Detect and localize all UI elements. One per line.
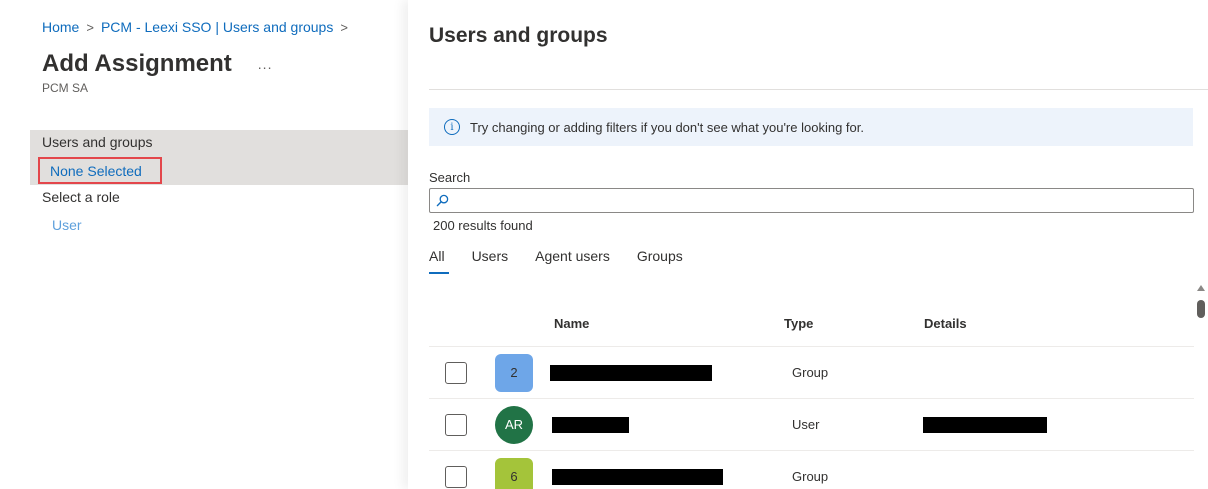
tab-groups[interactable]: Groups [637, 248, 683, 274]
table-row[interactable]: 6 Group [429, 451, 1194, 489]
users-groups-selection-link[interactable]: None Selected [38, 157, 162, 184]
table-row[interactable]: 2 Group [429, 347, 1194, 399]
page-subtitle: PCM SA [42, 81, 89, 95]
table-row[interactable]: AR User [429, 399, 1194, 451]
picker-title: Users and groups [429, 24, 608, 47]
redacted-name [552, 468, 723, 485]
scroll-up-arrow-icon[interactable] [1197, 285, 1205, 291]
divider [429, 89, 1208, 90]
breadcrumb-home[interactable]: Home [42, 19, 79, 35]
row-type: Group [792, 365, 829, 380]
info-message: Try changing or adding filters if you do… [470, 119, 864, 135]
row-checkbox[interactable] [445, 413, 467, 436]
row-checkbox[interactable] [445, 465, 467, 488]
row-checkbox[interactable] [445, 361, 467, 384]
add-assignment-pane: Home > PCM - Leexi SSO | Users and group… [0, 0, 408, 489]
select-role-label: Select a role [42, 189, 120, 205]
title-row: Add Assignment ... [42, 50, 272, 78]
search-label: Search [429, 170, 471, 185]
column-header-name[interactable]: Name [554, 316, 784, 331]
redacted-details [923, 416, 1047, 433]
page-title: Add Assignment [42, 50, 232, 77]
scrollbar-thumb[interactable] [1197, 300, 1205, 318]
results-table: Name Type Details 2 Group AR User 6 Grou… [429, 300, 1194, 489]
table-header: Name Type Details [429, 300, 1194, 347]
info-icon: i [444, 119, 460, 135]
more-options-icon[interactable]: ... [258, 56, 273, 72]
avatar: 6 [495, 457, 533, 489]
chevron-right-icon: > [340, 19, 348, 35]
redacted-name [550, 364, 712, 381]
column-header-type[interactable]: Type [784, 316, 924, 331]
breadcrumb: Home > PCM - Leexi SSO | Users and group… [42, 19, 355, 35]
search-icon [436, 194, 449, 207]
avatar: AR [495, 405, 533, 444]
filter-tabs: All Users Agent users Groups [429, 248, 710, 274]
search-box[interactable] [429, 188, 1194, 213]
results-count: 200 results found [433, 218, 533, 233]
avatar: 2 [495, 353, 533, 392]
tab-users[interactable]: Users [472, 248, 509, 274]
role-selection-link[interactable]: User [52, 217, 82, 233]
tab-all[interactable]: All [429, 248, 449, 274]
redacted-name [552, 416, 629, 433]
row-type: Group [792, 469, 829, 484]
users-groups-picker-pane: Users and groups i Try changing or addin… [408, 0, 1208, 489]
breadcrumb-app-users-groups[interactable]: PCM - Leexi SSO | Users and groups [101, 19, 333, 35]
search-input[interactable] [449, 189, 1193, 212]
row-type: User [792, 417, 820, 432]
chevron-right-icon: > [86, 19, 94, 35]
info-message-bar: i Try changing or adding filters if you … [429, 108, 1193, 146]
users-groups-label: Users and groups [42, 134, 153, 150]
column-header-details[interactable]: Details [924, 316, 1124, 331]
tab-agent-users[interactable]: Agent users [535, 248, 610, 274]
